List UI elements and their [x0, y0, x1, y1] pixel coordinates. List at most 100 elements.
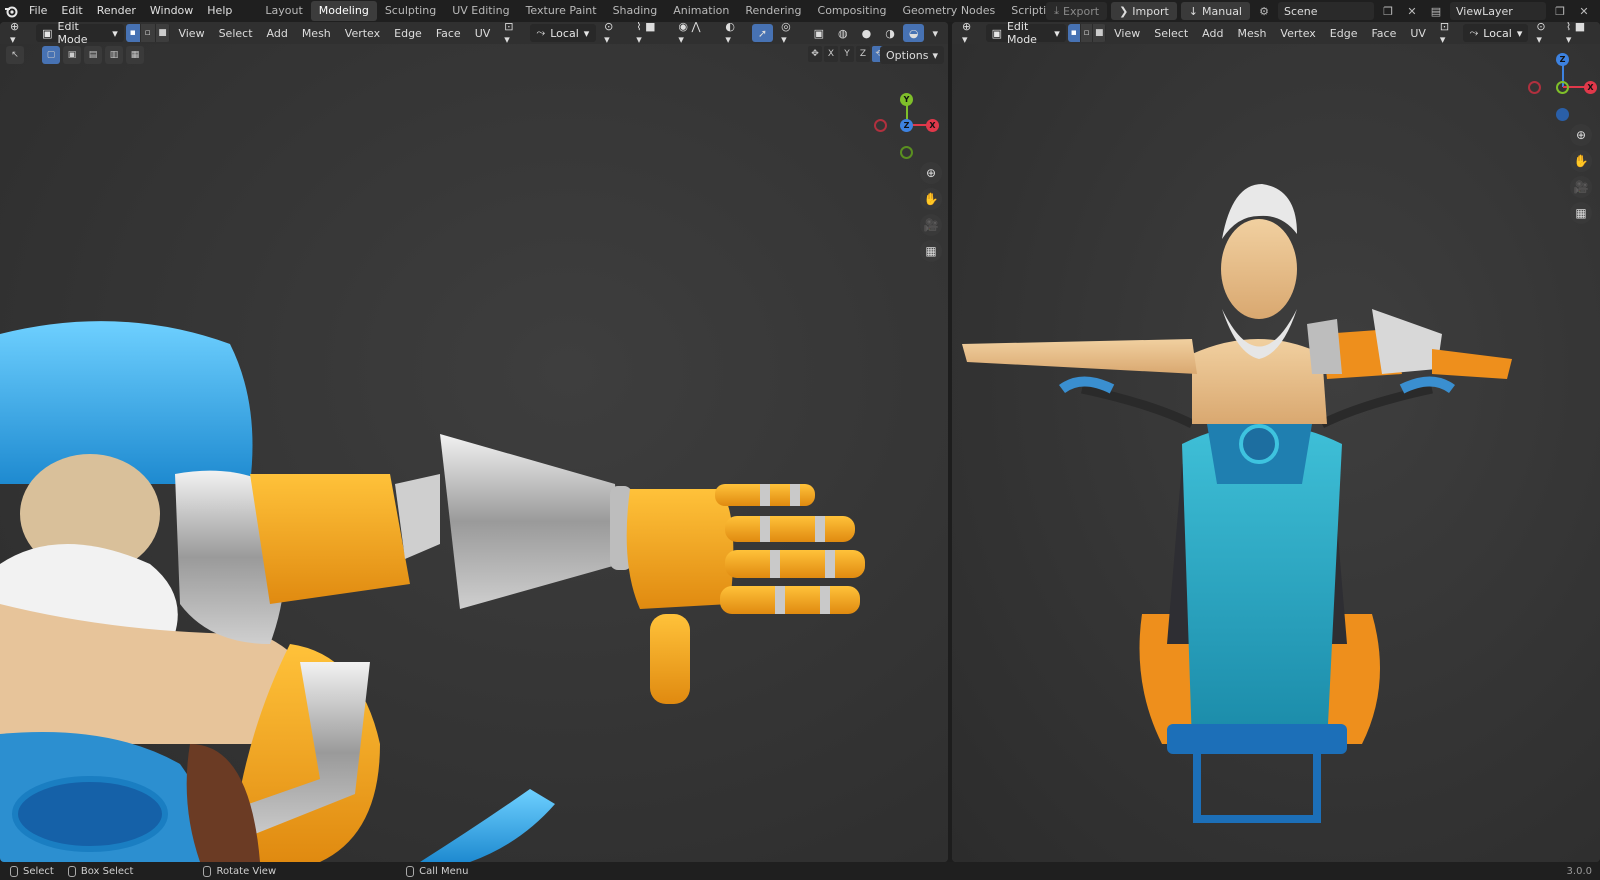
- shading-options-icon[interactable]: ▾: [926, 24, 944, 42]
- new-scene-icon[interactable]: ❐: [1378, 2, 1398, 20]
- tab-sculpting[interactable]: Sculpting: [377, 1, 444, 21]
- transform-orientation-dropdown[interactable]: ⤳ Local ▾: [1463, 24, 1529, 42]
- edge-select-icon[interactable]: ▫: [1080, 24, 1094, 42]
- menu-add[interactable]: Add: [1196, 24, 1229, 42]
- menu-add[interactable]: Add: [261, 24, 294, 42]
- menu-select[interactable]: Select: [213, 24, 259, 42]
- gizmo-x-axis[interactable]: X: [926, 119, 939, 132]
- manual-button[interactable]: ↓ Manual: [1180, 2, 1250, 20]
- pan-hand-icon[interactable]: ✋: [920, 188, 942, 210]
- gizmo-y-axis[interactable]: Y: [900, 93, 913, 106]
- pivot-icon[interactable]: ⊙ ▾: [598, 22, 628, 46]
- perspective-toggle-icon[interactable]: ▦: [1570, 202, 1592, 224]
- mirror-z-toggle[interactable]: Z: [856, 46, 870, 62]
- menu-vertex[interactable]: Vertex: [1274, 24, 1321, 42]
- overlay-icon[interactable]: ◎ ▾: [775, 22, 806, 46]
- face-select-icon[interactable]: ■: [1093, 24, 1107, 42]
- face-select-icon[interactable]: ■: [155, 24, 171, 42]
- tab-uv-editing[interactable]: UV Editing: [444, 1, 517, 21]
- menu-help[interactable]: Help: [200, 0, 239, 22]
- mirror-x-toggle[interactable]: X: [824, 46, 838, 62]
- snap-icon[interactable]: ⌇ ■ ▾: [630, 22, 670, 46]
- export-button[interactable]: ⤓ Export: [1046, 2, 1108, 20]
- zoom-icon[interactable]: ⊕: [1570, 124, 1592, 146]
- menu-vertex[interactable]: Vertex: [339, 24, 386, 42]
- tab-compositing[interactable]: Compositing: [810, 1, 895, 21]
- menu-edge[interactable]: Edge: [1324, 24, 1364, 42]
- mirror-y-toggle[interactable]: Y: [840, 46, 854, 62]
- visibility-icon[interactable]: ◐ ▾: [719, 22, 750, 46]
- menu-edge[interactable]: Edge: [388, 24, 428, 42]
- shading-rendered-icon[interactable]: ◒: [902, 24, 925, 42]
- menu-window[interactable]: Window: [143, 0, 200, 22]
- tab-layout[interactable]: Layout: [257, 1, 310, 21]
- menu-view[interactable]: View: [172, 24, 210, 42]
- menu-face[interactable]: Face: [430, 24, 467, 42]
- tab-modeling[interactable]: Modeling: [310, 1, 377, 21]
- gizmo-neg-z-axis[interactable]: [1556, 108, 1569, 121]
- gizmo-x-axis[interactable]: X: [1584, 81, 1597, 94]
- menu-render[interactable]: Render: [90, 0, 143, 22]
- gizmo-toggle-icon[interactable]: ➚: [751, 24, 774, 42]
- select-tool-icon[interactable]: ↖: [6, 46, 24, 64]
- menu-select[interactable]: Select: [1148, 24, 1194, 42]
- vertex-select-icon[interactable]: ▪: [1067, 24, 1081, 42]
- menu-mesh[interactable]: Mesh: [296, 24, 337, 42]
- zoom-icon[interactable]: ⊕: [920, 162, 942, 184]
- menu-file[interactable]: File: [22, 0, 54, 22]
- menu-uv[interactable]: UV: [469, 24, 497, 42]
- select-intersect-icon[interactable]: ▦: [126, 46, 144, 64]
- xray-icon[interactable]: ▣: [808, 24, 830, 42]
- tab-texture-paint[interactable]: Texture Paint: [518, 1, 605, 21]
- proportional-edit-icon[interactable]: ◉ ⋀ ▾: [672, 22, 715, 46]
- tab-shading[interactable]: Shading: [605, 1, 666, 21]
- new-view-layer-icon[interactable]: ❐: [1550, 2, 1570, 20]
- tab-rendering[interactable]: Rendering: [737, 1, 809, 21]
- perspective-toggle-icon[interactable]: ▦: [920, 240, 942, 262]
- tab-animation[interactable]: Animation: [665, 1, 737, 21]
- left-3d-viewport[interactable]: ⊕ ▾ ▣ Edit Mode ▾ ▪ ▫ ■ View Select Add Me…: [0, 22, 948, 862]
- mirror-options-icon[interactable]: ✥: [808, 46, 822, 62]
- view-layer-icon[interactable]: ▤: [1426, 2, 1446, 20]
- transform-orientation-dropdown[interactable]: ⤳ Local ▾: [530, 24, 597, 42]
- tab-geometry-nodes[interactable]: Geometry Nodes: [894, 1, 1003, 21]
- scene-icon[interactable]: ⚙: [1254, 2, 1274, 20]
- mode-dropdown[interactable]: ▣ Edit Mode ▾: [985, 22, 1066, 46]
- editor-type-icon[interactable]: ⊕ ▾: [956, 22, 984, 46]
- gizmo-y-axis[interactable]: [1556, 81, 1569, 94]
- options-dropdown[interactable]: Options ▾: [880, 46, 944, 64]
- uv-sync-icon[interactable]: ⊡ ▾: [1434, 22, 1462, 46]
- gizmo-z-axis[interactable]: Z: [900, 119, 913, 132]
- camera-view-icon[interactable]: 🎥: [1570, 176, 1592, 198]
- uv-sync-icon[interactable]: ⊡ ▾: [498, 22, 528, 46]
- editor-type-icon[interactable]: ⊕ ▾: [4, 22, 34, 46]
- import-button[interactable]: ❯ Import: [1111, 2, 1177, 20]
- gizmo-neg-x-axis[interactable]: [1528, 81, 1541, 94]
- gizmo-neg-x-axis[interactable]: [874, 119, 887, 132]
- blender-logo-icon[interactable]: [0, 0, 22, 22]
- navigation-gizmo[interactable]: Y X Z: [872, 90, 942, 160]
- pan-hand-icon[interactable]: ✋: [1570, 150, 1592, 172]
- view-layer-field[interactable]: ViewLayer: [1450, 2, 1546, 20]
- scene-field[interactable]: Scene: [1278, 2, 1374, 20]
- gizmo-neg-y-axis[interactable]: [900, 146, 913, 159]
- select-subtract-icon[interactable]: ▤: [84, 46, 102, 64]
- menu-mesh[interactable]: Mesh: [1231, 24, 1272, 42]
- select-new-icon[interactable]: ▢: [42, 46, 60, 64]
- select-invert-icon[interactable]: ▥: [105, 46, 123, 64]
- menu-uv[interactable]: UV: [1404, 24, 1432, 42]
- mode-dropdown[interactable]: ▣ Edit Mode ▾: [36, 22, 124, 46]
- gizmo-z-axis[interactable]: Z: [1556, 53, 1569, 66]
- shading-solid-icon[interactable]: ●: [856, 24, 878, 42]
- edge-select-icon[interactable]: ▫: [140, 24, 156, 42]
- camera-view-icon[interactable]: 🎥: [920, 214, 942, 236]
- navigation-gizmo[interactable]: Z X: [1528, 52, 1598, 122]
- pivot-icon[interactable]: ⊙ ▾: [1530, 22, 1558, 46]
- select-extend-icon[interactable]: ▣: [63, 46, 81, 64]
- shading-wireframe-icon[interactable]: ◍: [832, 24, 854, 42]
- vertex-select-icon[interactable]: ▪: [125, 24, 141, 42]
- snap-icon[interactable]: ⌇ ■ ▾: [1560, 22, 1596, 46]
- right-3d-viewport[interactable]: ⊕ ▾ ▣ Edit Mode ▾ ▪ ▫ ■ View Select Add Me…: [952, 22, 1600, 862]
- remove-view-layer-icon[interactable]: ✕: [1574, 2, 1594, 20]
- remove-scene-icon[interactable]: ✕: [1402, 2, 1422, 20]
